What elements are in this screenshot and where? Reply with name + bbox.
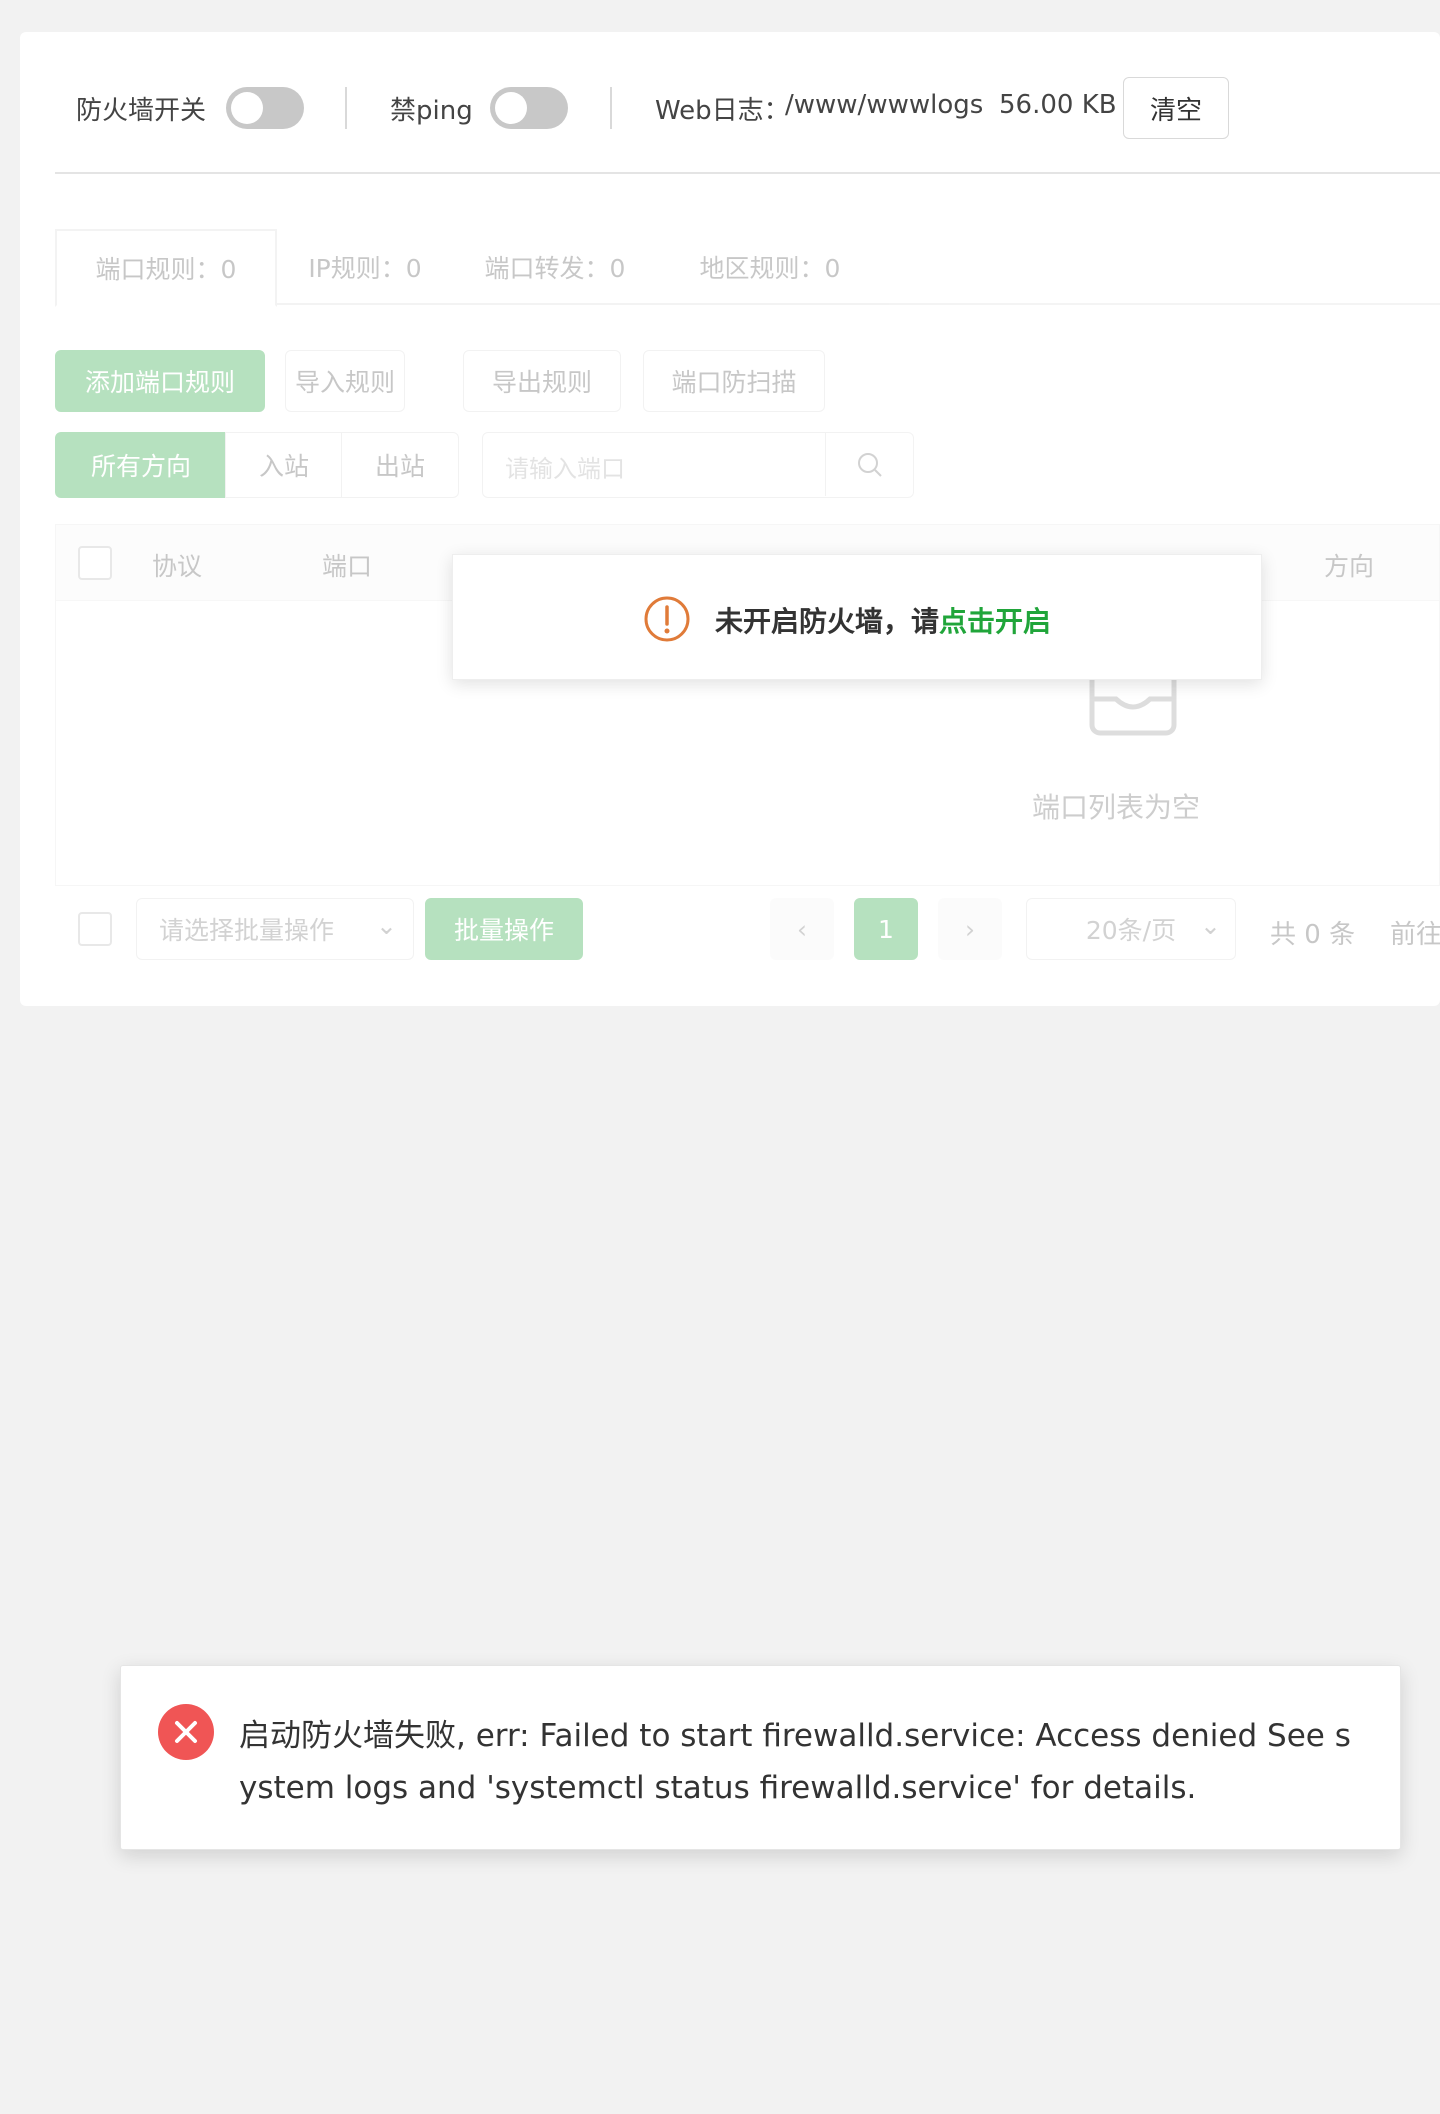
chevron-right-icon: › [965,914,975,944]
select-all-checkbox[interactable] [78,546,112,580]
filter-all-directions[interactable]: 所有方向 [55,432,227,498]
import-rules-button[interactable]: 导入规则 [285,350,405,412]
port-scan-protect-button[interactable]: 端口防扫描 [643,350,825,412]
clear-log-button[interactable]: 清空 [1123,77,1229,139]
column-direction: 方向 [1324,552,1375,581]
firewall-toggle[interactable] [226,87,304,129]
prev-page-button[interactable]: ‹ [770,898,834,960]
tab-port-forward[interactable]: 端口转发：0 [465,229,645,305]
port-search[interactable]: 请输入端口 [482,432,914,498]
page-size-value: 20条/页 [1085,916,1177,945]
column-protocol: 协议 [152,552,203,581]
warning-icon [644,596,690,642]
column-port: 端口 [322,552,373,581]
rule-tabs: 端口规则：0 IP规则：0 端口转发：0 地区规则：0 [55,229,1440,307]
firewall-topbar: 防火墙开关 禁ping Web日志： /www/wwwlogs 56.00 KB… [20,32,1440,172]
tab-port-rules[interactable]: 端口规则：0 [55,229,277,307]
divider [345,87,347,129]
enable-firewall-link[interactable]: 点击开启 [939,605,1051,638]
chevron-down-icon: ⌄ [376,911,397,940]
search-button[interactable] [825,433,913,496]
firewall-switch-label: 防火墙开关 [76,96,207,126]
export-rules-button[interactable]: 导出规则 [463,350,621,412]
chevron-down-icon: ⌄ [1200,911,1221,940]
divider [610,87,612,129]
tab-ip-rules[interactable]: IP规则：0 [285,229,445,305]
page-size-select[interactable]: 20条/页 ⌄ [1026,898,1236,960]
filter-outbound[interactable]: 出站 [341,432,459,498]
ping-label: 禁ping [390,96,473,126]
ping-toggle[interactable] [490,87,568,129]
tab-region-rules[interactable]: 地区规则：0 [680,229,860,305]
empty-list-text: 端口列表为空 [1032,791,1201,824]
filter-inbound[interactable]: 入站 [225,432,343,498]
total-count: 共 0 条 [1270,920,1356,950]
batch-operation-button[interactable]: 批量操作 [425,898,583,960]
notice-message: 未开启防火墙，请点击开启 [715,600,1051,640]
notice-text: 未开启防火墙，请 [715,605,940,638]
weblog-label: Web日志： [655,96,790,126]
batch-select-placeholder: 请选择批量操作 [159,916,335,945]
search-icon [857,452,882,477]
error-icon [158,1704,214,1760]
goto-label: 前往 [1390,920,1440,950]
firewall-disabled-notice: 未开启防火墙，请点击开启 [452,554,1262,680]
firewall-panel: 防火墙开关 禁ping Web日志： /www/wwwlogs 56.00 KB… [20,32,1440,1006]
chevron-left-icon: ‹ [797,914,807,944]
batch-operation-select[interactable]: 请选择批量操作 ⌄ [136,898,414,960]
error-message: 启动防火墙失败, err: Failed to start firewalld.… [239,1718,1351,1806]
weblog-size: 56.00 KB [999,90,1117,120]
footer-select-checkbox[interactable] [78,912,112,946]
error-toast: 启动防火墙失败, err: Failed to start firewalld.… [120,1665,1401,1850]
search-input[interactable]: 请输入端口 [505,449,625,484]
page-1-button[interactable]: 1 [854,898,918,960]
add-port-rule-button[interactable]: 添加端口规则 [55,350,265,412]
weblog-path-link[interactable]: /www/wwwlogs [785,90,983,120]
next-page-button[interactable]: › [938,898,1002,960]
